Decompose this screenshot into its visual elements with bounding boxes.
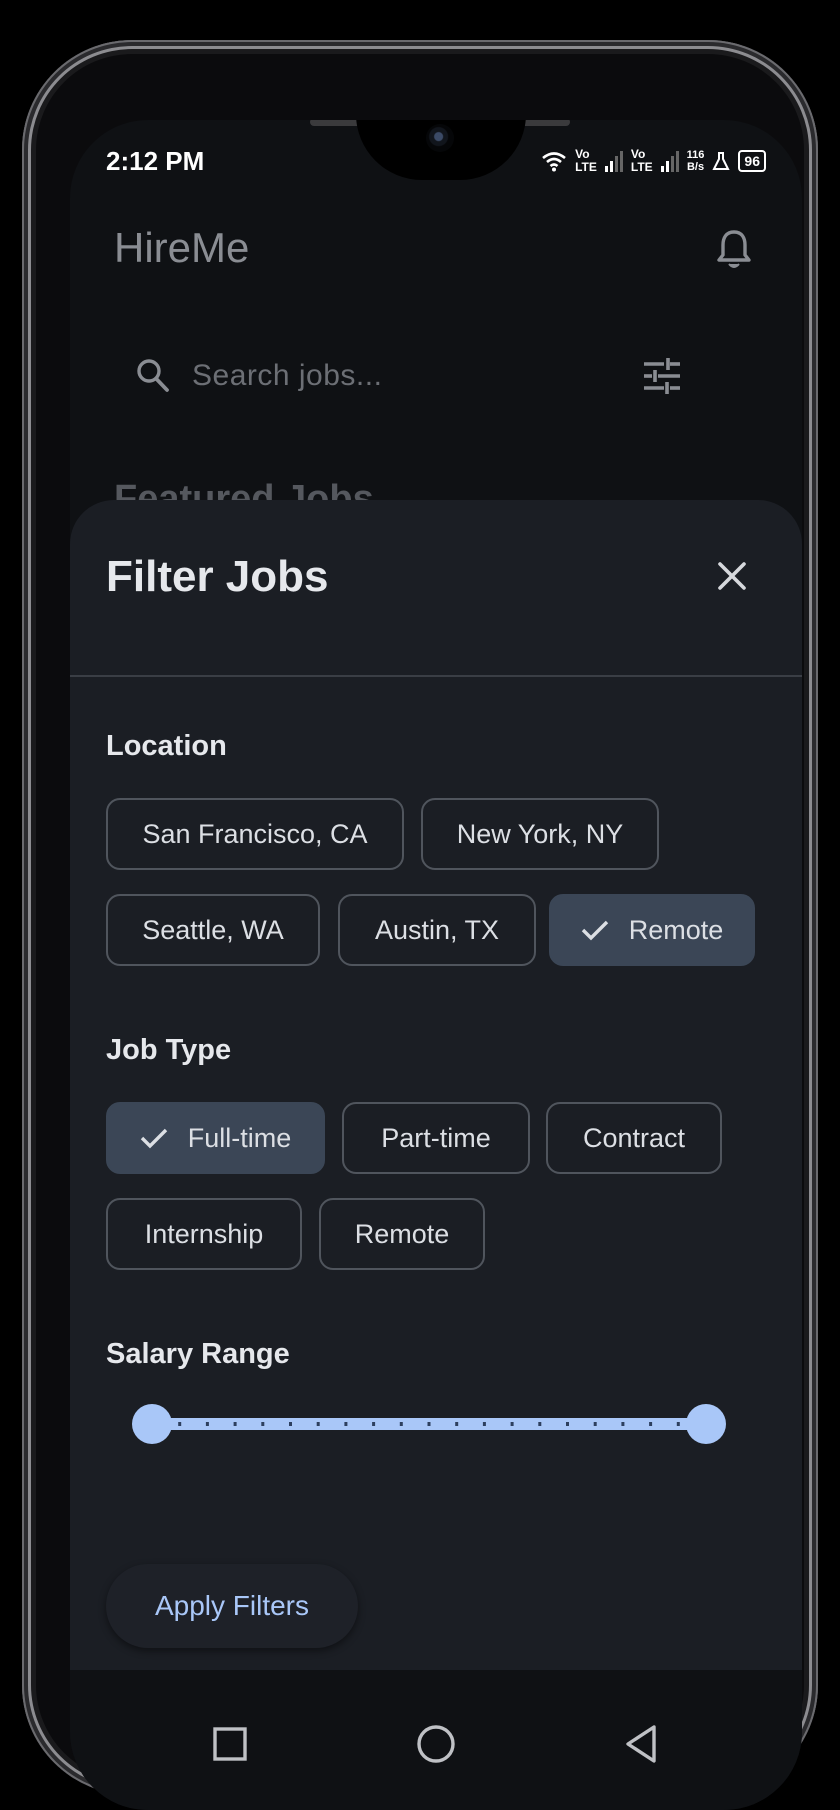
volte-indicator-2: Vo LTE (631, 148, 653, 174)
screen: 2:12 PM Vo LTE Vo LTE 116 B/s 96 HireMe … (70, 120, 802, 1810)
slider-tick (205, 1422, 209, 1426)
bell-icon[interactable] (714, 228, 754, 272)
slider-tick-marks (178, 1422, 680, 1426)
triangle-back-icon[interactable] (610, 1714, 670, 1774)
app-title: HireMe (114, 224, 250, 271)
flask-icon (712, 152, 731, 170)
chip-location-new-york[interactable]: New York, NY (421, 798, 659, 870)
slider-tick (538, 1422, 542, 1426)
chip-label: Full-time (187, 1122, 292, 1153)
apply-filters-button[interactable]: Apply Filters (106, 1564, 358, 1648)
square-icon[interactable] (200, 1714, 260, 1774)
chip-job-type-contract[interactable]: Contract (546, 1102, 722, 1174)
chip-label: Austin, TX (374, 914, 500, 945)
chip-location-austin[interactable]: Austin, TX (338, 894, 536, 966)
chip-label: Remote (354, 1218, 450, 1249)
network-speed: 116 B/s (687, 149, 705, 173)
search-bar[interactable] (106, 320, 706, 430)
job-type-label: Job Type (106, 1034, 232, 1066)
search-icon (137, 359, 169, 392)
system-nav-bar (70, 1670, 802, 1810)
salary-range-slider[interactable] (132, 1404, 726, 1444)
volte-1-bottom: LTE (575, 160, 597, 174)
slider-tick (261, 1422, 265, 1426)
slider-tick (482, 1422, 486, 1426)
slider-tick (344, 1422, 348, 1426)
battery-indicator: 96 (738, 150, 766, 172)
speed-value: 116 (686, 149, 705, 161)
check-icon (581, 920, 608, 941)
phone-frame: 2:12 PM Vo LTE Vo LTE 116 B/s 96 HireMe … (22, 40, 818, 1810)
check-icon (140, 1128, 167, 1149)
sheet-divider (70, 675, 802, 677)
slider-tick (510, 1422, 514, 1426)
chip-job-type-internship[interactable]: Internship (106, 1198, 302, 1270)
status-time: 2:12 PM (106, 146, 205, 176)
slider-tick (649, 1422, 653, 1426)
signal-icon-2 (660, 150, 679, 172)
chip-job-type-part-time[interactable]: Part-time (342, 1102, 530, 1174)
chip-label: Seattle, WA (142, 914, 284, 945)
close-icon[interactable] (710, 554, 754, 598)
chip-label: Internship (144, 1218, 264, 1249)
tune-icon[interactable] (642, 358, 682, 394)
chip-location-san-francisco[interactable]: San Francisco, CA (106, 798, 404, 870)
slider-tick (289, 1422, 292, 1426)
chip-label: Remote (628, 914, 724, 945)
chip-label: New York, NY (456, 818, 624, 849)
chip-location-remote[interactable]: Remote (549, 894, 755, 966)
chip-job-type-remote[interactable]: Remote (319, 1198, 485, 1270)
wifi-icon (542, 152, 566, 172)
status-icons: Vo LTE Vo LTE 116 B/s 96 (541, 148, 766, 174)
search-input[interactable] (190, 348, 594, 404)
slider-tick (178, 1422, 182, 1426)
filter-sheet: Filter Jobs Location San Francisco, CA N… (70, 500, 802, 1670)
signal-icon-1 (604, 150, 623, 172)
circle-icon[interactable] (406, 1714, 466, 1774)
slider-thumb-start[interactable] (132, 1404, 172, 1444)
slider-tick (455, 1422, 459, 1426)
speed-unit: B/s (686, 161, 705, 173)
chip-location-seattle[interactable]: Seattle, WA (106, 894, 320, 966)
chip-label: San Francisco, CA (142, 818, 368, 849)
slider-tick (593, 1422, 597, 1426)
slider-tick (676, 1422, 680, 1426)
slider-tick (427, 1422, 431, 1426)
filter-sheet-title: Filter Jobs (106, 552, 329, 601)
chip-label: Part-time (381, 1122, 491, 1153)
slider-thumb-end[interactable] (686, 1404, 726, 1444)
slider-tick (399, 1422, 403, 1426)
volte-indicator-1: Vo LTE (575, 148, 597, 174)
volte-2-bottom: LTE (630, 160, 653, 174)
slider-tick (233, 1422, 237, 1426)
slider-tick (621, 1422, 625, 1426)
slider-tick (316, 1422, 320, 1426)
slider-tick (372, 1422, 376, 1426)
location-label: Location (106, 730, 227, 762)
salary-range-label: Salary Range (106, 1338, 290, 1370)
chip-label: Contract (582, 1122, 686, 1153)
chip-job-type-full-time[interactable]: Full-time (106, 1102, 325, 1174)
status-bar: 2:12 PM Vo LTE Vo LTE 116 B/s 96 (106, 146, 766, 186)
slider-tick (566, 1422, 569, 1426)
